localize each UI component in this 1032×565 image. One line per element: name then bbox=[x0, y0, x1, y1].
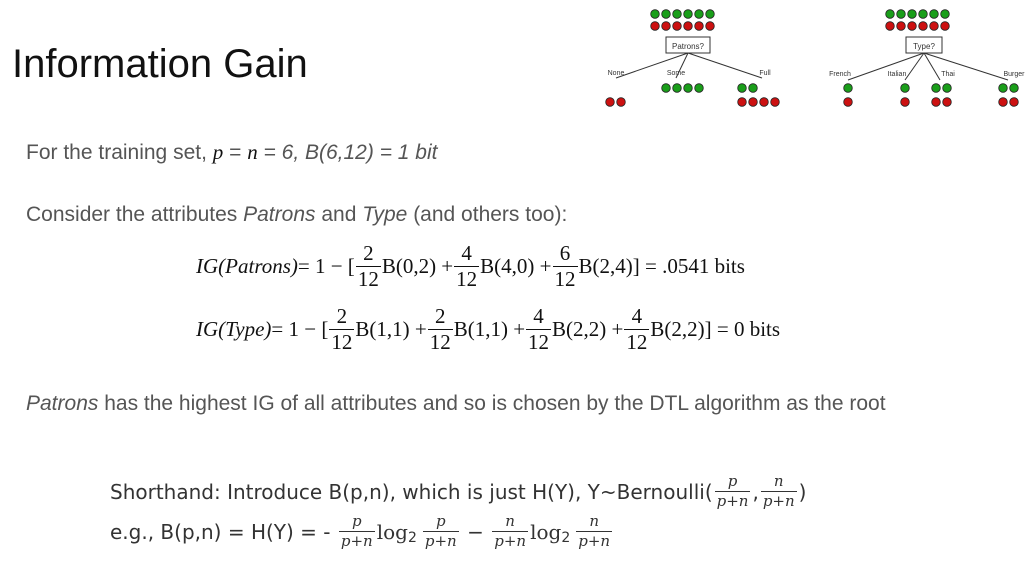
log-base-1: 2 bbox=[407, 529, 417, 546]
term: B(2,2)] = 0 bits bbox=[650, 317, 781, 341]
positive-example-dot bbox=[900, 83, 910, 93]
fraction: 4 12 bbox=[526, 304, 552, 354]
fraction: 6 12 bbox=[552, 241, 578, 291]
ig-patrons-start: = 1 − [ bbox=[297, 254, 355, 278]
ig-type-lhs: IG(Type) bbox=[196, 317, 272, 341]
type-split-diagram: Type? French Italian Thai Burger bbox=[829, 9, 1025, 107]
conclusion-text: has the highest IG of all attributes and… bbox=[98, 392, 886, 415]
positive-example-dot bbox=[843, 83, 853, 93]
negative-example-dot bbox=[900, 97, 910, 107]
log-base-2: 2 bbox=[561, 529, 571, 546]
conclusion-line: Patrons has the highest IG of all attrib… bbox=[26, 392, 886, 416]
positive-example-dot bbox=[918, 9, 928, 19]
n-symbol: n bbox=[247, 140, 258, 164]
fraction: 2 12 bbox=[427, 304, 453, 354]
fraction: n p+n bbox=[492, 512, 529, 550]
positive-example-dot bbox=[885, 9, 895, 19]
example-line: e.g., B(p,n) = H(Y) = - p p+n log 2 p p+n −… bbox=[110, 514, 614, 549]
training-set-prefix: For the training set, bbox=[26, 141, 213, 164]
fraction: p p+n bbox=[338, 512, 375, 550]
fraction: p p+n bbox=[422, 512, 459, 550]
comma: , bbox=[752, 479, 759, 504]
example-text: e.g., B(p,n) = H(Y) = - bbox=[110, 519, 337, 544]
negative-example-dot bbox=[885, 21, 895, 31]
term: B(2,2) + bbox=[552, 317, 624, 341]
shorthand-line: Shorthand: Introduce B(p,n), which is ju… bbox=[110, 474, 806, 509]
ig-type-equation: IG(Type) = 1 − [ 2 12 B(1,1) + 2 12 B(1,1)… bbox=[196, 306, 780, 353]
term: B(1,1) + bbox=[355, 317, 427, 341]
equals-6: = 6, bbox=[257, 141, 305, 164]
type-leaf-examples bbox=[843, 83, 1019, 107]
b-6-12: B(6,12) bbox=[304, 141, 374, 164]
type-root-examples bbox=[885, 9, 950, 31]
fraction: 4 12 bbox=[454, 241, 480, 291]
positive-example-dot bbox=[1009, 83, 1019, 93]
consider-suffix: (and others too): bbox=[407, 203, 568, 226]
term: B(0,2) + bbox=[381, 254, 454, 278]
fraction: 4 12 bbox=[624, 304, 650, 354]
fraction: n p+n bbox=[760, 472, 797, 510]
positive-example-dot bbox=[942, 83, 952, 93]
ig-type-start: = 1 − [ bbox=[271, 317, 329, 341]
negative-example-dot bbox=[907, 21, 917, 31]
term: B(2,4)] = .0541 bits bbox=[578, 254, 745, 278]
term: B(4,0) + bbox=[480, 254, 552, 278]
fraction: p p+n bbox=[714, 472, 751, 510]
fraction: n p+n bbox=[576, 512, 613, 550]
negative-example-dot bbox=[931, 97, 941, 107]
log-1: log bbox=[376, 519, 408, 544]
consider-attributes-line: Consider the attributes Patrons and Type… bbox=[26, 203, 567, 227]
training-set-line: For the training set, p = n = 6, B(6,12)… bbox=[26, 140, 438, 165]
ig-patrons-equation: IG(Patrons) = 1 − [ 2 12 B(0,2) + 4 12 B(4… bbox=[196, 243, 745, 290]
close-paren: ) bbox=[798, 479, 807, 504]
p-symbol: p bbox=[212, 140, 224, 164]
equals-1: = bbox=[223, 141, 248, 164]
shorthand-text: Shorthand: Introduce B(p,n), which is ju… bbox=[110, 479, 713, 504]
log-2: log bbox=[530, 519, 562, 544]
positive-example-dot bbox=[931, 83, 941, 93]
attr-type: Type bbox=[362, 203, 408, 226]
type-branch-line-italian bbox=[904, 52, 925, 81]
type-branch-line-french bbox=[847, 52, 925, 81]
negative-example-dot bbox=[843, 97, 853, 107]
type-branch-line-burger bbox=[923, 52, 1009, 81]
negative-example-dot bbox=[896, 21, 906, 31]
attr-patrons: Patrons bbox=[243, 203, 316, 226]
conclusion-attr: Patrons bbox=[26, 392, 99, 415]
type-branch-french: French bbox=[829, 71, 851, 78]
negative-example-dot bbox=[918, 21, 928, 31]
negative-example-dot bbox=[942, 97, 952, 107]
positive-example-dot bbox=[929, 9, 939, 19]
type-branch-thai: Thai bbox=[941, 71, 955, 78]
positive-example-dot bbox=[940, 9, 950, 19]
positive-example-dot bbox=[998, 83, 1008, 93]
fraction: 2 12 bbox=[329, 304, 355, 354]
fraction: 2 12 bbox=[355, 241, 381, 291]
one-bit: = 1 bit bbox=[373, 141, 438, 164]
consider-prefix: Consider the attributes bbox=[26, 203, 244, 226]
minus: − bbox=[460, 519, 491, 544]
ig-patrons-lhs: IG(Patrons) bbox=[196, 254, 298, 278]
negative-example-dot bbox=[929, 21, 939, 31]
negative-example-dot bbox=[998, 97, 1008, 107]
positive-example-dot bbox=[896, 9, 906, 19]
positive-example-dot bbox=[907, 9, 917, 19]
negative-example-dot bbox=[1009, 97, 1019, 107]
type-branch-burger: Burger bbox=[1003, 71, 1025, 78]
consider-and: and bbox=[315, 203, 363, 226]
type-branch-italian: Italian bbox=[888, 71, 907, 78]
term: B(1,1) + bbox=[453, 317, 526, 341]
type-root-label: Type? bbox=[913, 42, 935, 51]
negative-example-dot bbox=[940, 21, 950, 31]
